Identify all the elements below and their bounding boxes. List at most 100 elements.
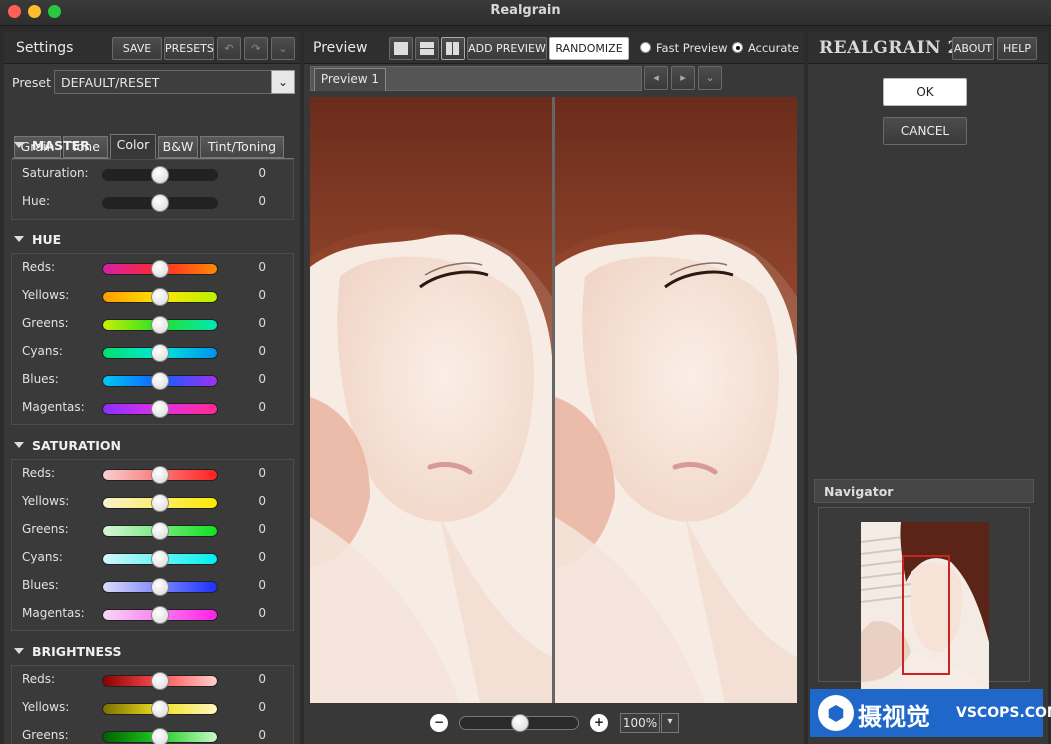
save-button[interactable]: SAVE: [112, 37, 162, 60]
settings-menu-button[interactable]: ⌄: [271, 37, 295, 60]
help-button[interactable]: HELP: [997, 37, 1037, 60]
tab-bw[interactable]: B&W: [158, 136, 198, 158]
redo-icon: ↷: [251, 42, 261, 55]
slider-knob[interactable]: [151, 260, 169, 278]
sat-blues-slider-track[interactable]: [102, 578, 218, 596]
slider-value: 0: [258, 728, 266, 742]
slider-label: Blues:: [22, 372, 59, 386]
tab-tint-toning[interactable]: Tint/Toning: [200, 136, 284, 158]
radio-selected-dot: [736, 46, 740, 50]
split-horizontal-button[interactable]: [415, 37, 439, 60]
slider-knob[interactable]: [151, 466, 169, 484]
slider-knob[interactable]: [151, 578, 169, 596]
tab-menu-button[interactable]: ⌄: [698, 66, 722, 90]
randomize-button[interactable]: RANDOMIZE: [549, 37, 629, 60]
slider-knob[interactable]: [151, 728, 169, 744]
prev-tab-button[interactable]: ◂: [644, 66, 668, 90]
slider-row-hue: Hue: 0: [12, 188, 293, 216]
sat-reds-slider-track[interactable]: [102, 466, 218, 484]
hue-yellows-slider-track[interactable]: [102, 288, 218, 306]
zoom-value-field[interactable]: 100%: [620, 713, 660, 733]
hue-greens-slider-track[interactable]: [102, 316, 218, 334]
slider-knob[interactable]: [151, 344, 169, 362]
sat-magentas-slider-track[interactable]: [102, 606, 218, 624]
zoom-slider-knob[interactable]: [511, 714, 529, 732]
zoom-dropdown-button[interactable]: ▾: [661, 713, 679, 733]
slider-row-bri-reds: Reds: 0: [12, 666, 293, 694]
preset-dropdown-button[interactable]: ⌄: [271, 70, 295, 94]
cancel-button[interactable]: CANCEL: [883, 117, 967, 145]
slider-value: 0: [258, 166, 266, 180]
navigator-title: Navigator: [824, 484, 894, 499]
zoom-slider[interactable]: [459, 714, 579, 732]
master-section-header[interactable]: MASTER: [14, 138, 90, 153]
tab-preview-1[interactable]: Preview 1: [314, 68, 386, 91]
settings-title: Settings: [16, 40, 74, 56]
ok-button[interactable]: OK: [883, 78, 967, 106]
slider-knob[interactable]: [151, 400, 169, 418]
slider-knob[interactable]: [151, 550, 169, 568]
bri-greens-slider-track[interactable]: [102, 728, 218, 744]
saturation-slider-track[interactable]: [102, 166, 218, 184]
hue-box: Reds: 0 Yellows: 0 Greens: 0 Cyans: 0 Blues:…: [11, 253, 294, 425]
slider-row-hue-cyans: Cyans: 0: [12, 338, 293, 366]
navigator-thumbnail[interactable]: [861, 522, 989, 692]
slider-knob[interactable]: [151, 316, 169, 334]
bri-reds-slider-track[interactable]: [102, 672, 218, 690]
slider-row-saturation: Saturation: 0: [12, 160, 293, 188]
about-button[interactable]: ABOUT: [952, 37, 994, 60]
fast-preview-label: Fast Preview: [656, 41, 728, 55]
slider-row-sat-cyans: Cyans: 0: [12, 544, 293, 572]
accurate-radio[interactable]: [732, 42, 743, 53]
hue-section-header[interactable]: HUE: [14, 232, 61, 247]
preset-select[interactable]: DEFAULT/RESET: [54, 70, 272, 94]
slider-knob[interactable]: [151, 672, 169, 690]
bri-yellows-slider-track[interactable]: [102, 700, 218, 718]
single-view-button[interactable]: [389, 37, 413, 60]
tab-color[interactable]: Color: [110, 134, 156, 159]
hue-reds-slider-track[interactable]: [102, 260, 218, 278]
slider-value: 0: [258, 606, 266, 620]
hue-slider-track[interactable]: [102, 194, 218, 212]
slider-value: 0: [258, 578, 266, 592]
preset-label: Preset: [12, 75, 51, 90]
slider-knob[interactable]: [151, 194, 169, 212]
saturation-section-header[interactable]: SATURATION: [14, 438, 121, 453]
slider-knob[interactable]: [151, 606, 169, 624]
hue-cyans-slider-track[interactable]: [102, 344, 218, 362]
redo-button[interactable]: ↷: [244, 37, 268, 60]
slider-knob[interactable]: [151, 494, 169, 512]
presets-button[interactable]: PRESETS: [164, 37, 214, 60]
slider-knob[interactable]: [151, 372, 169, 390]
slider-value: 0: [258, 466, 266, 480]
right-panel: REALGRAIN 2 ABOUT HELP OK CANCEL Navigat…: [808, 32, 1048, 744]
next-tab-button[interactable]: ▸: [671, 66, 695, 90]
slider-knob[interactable]: [151, 700, 169, 718]
sat-greens-slider-track[interactable]: [102, 522, 218, 540]
slider-label: Magentas:: [22, 400, 85, 414]
zoom-in-button[interactable]: +: [590, 714, 608, 732]
portrait-image: [555, 97, 797, 703]
disclosure-triangle-icon: [14, 442, 24, 448]
fast-preview-radio[interactable]: [640, 42, 651, 53]
zoom-out-button[interactable]: −: [430, 714, 448, 732]
undo-button[interactable]: ↶: [217, 37, 241, 60]
slider-label: Yellows:: [22, 494, 70, 508]
slider-value: 0: [258, 400, 266, 414]
slider-knob[interactable]: [151, 166, 169, 184]
sat-cyans-slider-track[interactable]: [102, 550, 218, 568]
navigator-viewport-rect[interactable]: [902, 555, 950, 675]
split-vertical-button[interactable]: [441, 37, 465, 60]
slider-knob[interactable]: [151, 288, 169, 306]
brightness-section-header[interactable]: BRIGHTNESS: [14, 644, 122, 659]
preview-image-original[interactable]: [310, 97, 552, 703]
sat-yellows-slider-track[interactable]: [102, 494, 218, 512]
hue-magentas-slider-track[interactable]: [102, 400, 218, 418]
slider-value: 0: [258, 522, 266, 536]
slider-knob[interactable]: [151, 522, 169, 540]
preset-value: DEFAULT/RESET: [61, 75, 160, 90]
preview-image-processed[interactable]: [555, 97, 797, 703]
add-preview-button[interactable]: ADD PREVIEW: [467, 37, 547, 60]
hue-blues-slider-track[interactable]: [102, 372, 218, 390]
chevron-left-icon: ◂: [653, 71, 659, 84]
